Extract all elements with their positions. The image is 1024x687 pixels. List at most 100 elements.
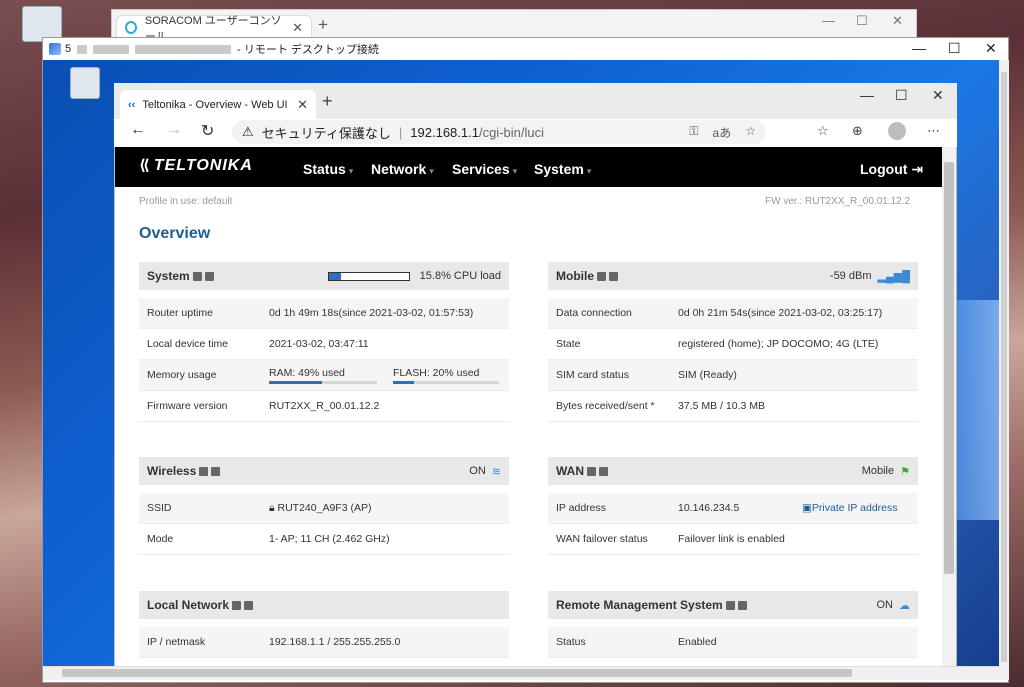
tab-title: Teltonika - Overview - Web UI <box>142 98 288 111</box>
table-row: Memory usage RAM: 49% used FLASH: 20% us… <box>139 360 509 391</box>
read-aloud-icon[interactable]: aあ <box>713 124 732 141</box>
chevron-down-icon: ▾ <box>348 166 354 176</box>
row-value: 10.146.234.5 <box>678 502 740 514</box>
settings-icon[interactable] <box>609 271 618 281</box>
teltonika-logo[interactable]: ⟪ TELTONIKA <box>139 156 253 175</box>
wireless-panel: Wireless ON ≋ SSID 🔒︎ RUT240_A9F3 (AP) Mod… <box>139 457 509 555</box>
close-icon[interactable]: ✕ <box>892 13 903 29</box>
profile-avatar[interactable] <box>888 122 906 140</box>
maximize-icon[interactable]: ☐ <box>856 13 868 29</box>
info-icon[interactable] <box>597 271 606 281</box>
info-icon[interactable] <box>725 600 735 610</box>
security-warning[interactable]: セキュリティ保護なし <box>262 123 391 142</box>
system-header: System 15.8% CPU load <box>139 262 509 290</box>
table-row: Router uptime 0d 1h 49m 18s(since 2021-03… <box>139 298 509 329</box>
rdp-horizontal-scroll-thumb[interactable] <box>62 669 852 677</box>
brand-name: TELTONIKA <box>153 157 253 174</box>
table-row: IP / netmask 192.168.1.1 / 255.255.255.0 <box>139 627 509 658</box>
row-value: 37.5 MB / 10.3 MB <box>678 400 765 412</box>
rdp-maximize-icon[interactable]: ☐ <box>948 40 961 57</box>
page-scroll-thumb[interactable] <box>944 162 954 574</box>
address-bar[interactable]: ⚠ セキュリティ保護なし | 192.168.1.1/cgi-bin/luci … <box>232 120 766 144</box>
menu-network-label: Network <box>371 161 427 177</box>
favorites-icon[interactable]: ☆ <box>817 123 829 139</box>
row-label: Firmware version <box>147 400 228 412</box>
url-text[interactable]: 192.168.1.1/cgi-bin/luci <box>410 125 544 140</box>
ram-usage-bar <box>269 380 377 384</box>
menu-system[interactable]: System ▾ <box>534 161 591 177</box>
cpu-load-label: 15.8% CPU load <box>419 270 501 282</box>
wan-header: WAN Mobile ⚑ <box>548 457 918 485</box>
rdp-titlebar[interactable]: 5 - リモート デスクトップ接続 <box>43 38 1008 60</box>
cpu-load-fill <box>328 272 342 280</box>
minimize-icon[interactable]: — <box>860 87 874 103</box>
rdp-minimize-icon[interactable]: — <box>912 40 926 56</box>
reload-icon[interactable]: ↻ <box>201 121 214 141</box>
ram-usage-label: RAM: 49% used <box>269 366 345 379</box>
chevron-down-icon: ▾ <box>512 166 518 176</box>
key-icon[interactable]: ⚿ <box>689 124 698 141</box>
row-label: Bytes received/sent * <box>556 400 655 412</box>
local-network-title: Local Network <box>147 598 230 612</box>
back-icon[interactable]: ← <box>130 121 146 139</box>
info-icon[interactable] <box>232 600 242 610</box>
maximize-icon[interactable]: ☐ <box>895 87 908 104</box>
row-label: Status <box>556 636 586 648</box>
row-value: Failover link is enabled <box>678 533 785 545</box>
wireless-title: Wireless <box>147 464 197 478</box>
close-tab-icon[interactable]: ✕ <box>292 20 303 36</box>
row-label: Memory usage <box>147 369 217 381</box>
row-value: registered (home); JP DOCOMO; 4G (LTE) <box>678 338 879 350</box>
rdp-vertical-scroll-thumb[interactable] <box>1001 72 1007 662</box>
rdp-close-icon[interactable]: ✕ <box>985 40 997 57</box>
logout-button[interactable]: Logout ⇥ <box>860 161 923 178</box>
row-value: 🔒︎ RUT240_A9F3 (AP) <box>269 502 371 515</box>
close-tab-icon[interactable]: ✕ <box>297 97 308 113</box>
info-icon[interactable] <box>199 466 209 476</box>
ram-usage: RAM: 49% used <box>269 367 377 384</box>
flash-usage-bar <box>393 380 499 384</box>
private-ip-link[interactable]: ▣Private IP address <box>802 502 898 514</box>
add-favorite-icon[interactable]: ☆ <box>745 124 756 141</box>
table-row: State registered (home); JP DOCOMO; 4G (L… <box>548 329 918 360</box>
row-label: WAN failover status <box>556 533 648 545</box>
background-browser-tab[interactable]: SORACOM ユーザーコンソール ✕ <box>116 15 312 43</box>
settings-icon[interactable] <box>204 271 214 281</box>
active-tab[interactable]: ‹‹ Teltonika - Overview - Web UI ✕ <box>120 90 316 119</box>
menu-status[interactable]: Status ▾ <box>303 161 353 177</box>
menu-services[interactable]: Services ▾ <box>452 161 517 177</box>
new-tab-icon[interactable]: + <box>322 91 333 112</box>
wan-panel: WAN Mobile ⚑ IP address 10.146.234.5 ▣Priva… <box>548 457 918 555</box>
info-icon: ▣ <box>802 502 812 514</box>
forward-icon[interactable]: → <box>166 121 182 139</box>
warning-icon: ⚠ <box>242 124 254 139</box>
lock-icon: 🔒︎ <box>269 501 275 514</box>
more-menu-icon[interactable]: ⋯ <box>927 123 940 139</box>
settings-icon[interactable] <box>244 600 254 610</box>
remote-recycle-bin-icon[interactable] <box>70 67 100 99</box>
row-label: Local device time <box>147 338 229 350</box>
settings-icon[interactable] <box>599 466 608 476</box>
menu-network[interactable]: Network ▾ <box>371 161 434 177</box>
row-label: Router uptime <box>147 307 213 319</box>
collections-icon[interactable]: ⊕ <box>852 123 863 139</box>
table-row: WAN failover status Failover link is enab… <box>548 524 918 555</box>
info-icon[interactable] <box>192 271 202 281</box>
firmware-version-header: FW ver.: RUT2XX_R_00.01.12.2 <box>765 196 911 207</box>
wireless-header: Wireless ON ≋ <box>139 457 509 485</box>
local-network-panel: Local Network IP / netmask 192.168.1.1 / … <box>139 591 509 658</box>
new-tab-icon[interactable]: + <box>318 15 328 35</box>
info-icon[interactable] <box>587 466 596 476</box>
table-row: Mode 1- AP; 11 CH (2.462 GHz) <box>139 524 509 555</box>
rdp-app-icon <box>49 43 61 55</box>
private-ip-label: Private IP address <box>811 502 898 514</box>
minimize-icon[interactable]: — <box>822 13 835 28</box>
table-row: Local device time 2021-03-02, 03:47:11 <box>139 329 509 360</box>
settings-icon[interactable] <box>211 466 221 476</box>
system-panel: System 15.8% CPU load Router uptime 0d 1h… <box>139 262 509 422</box>
row-label: IP address <box>556 502 607 514</box>
rms-state: ON <box>876 599 894 611</box>
settings-icon[interactable] <box>737 600 747 610</box>
close-icon[interactable]: ✕ <box>932 87 944 104</box>
rms-panel: Remote Management System ON ☁ Status Enabl… <box>548 591 918 658</box>
